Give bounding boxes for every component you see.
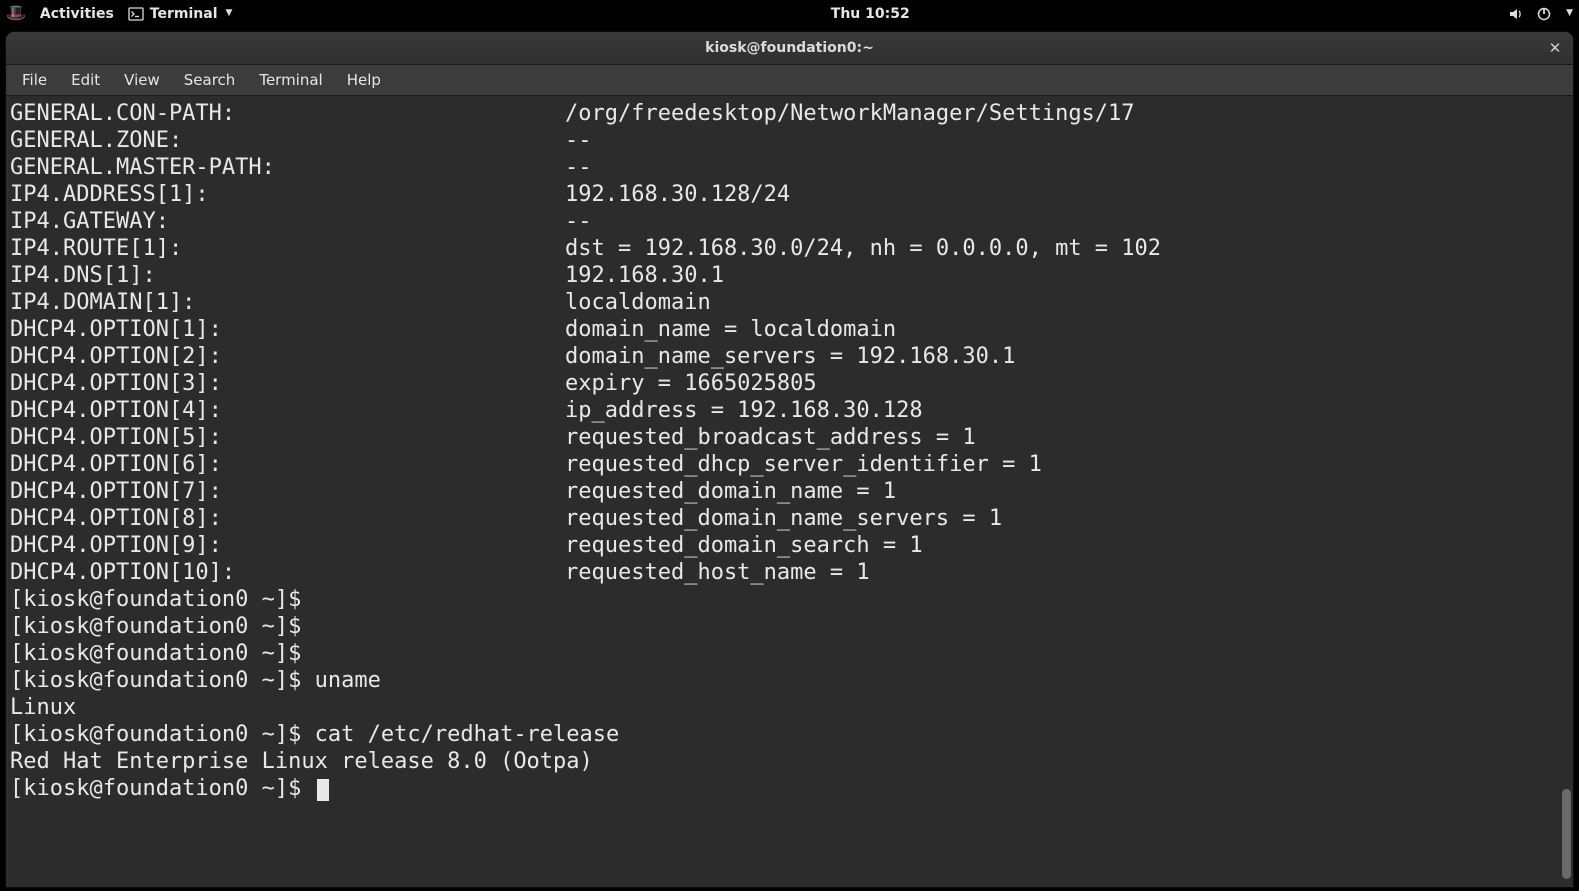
- terminal-line: DHCP4.OPTION[3]:expiry = 1665025805: [10, 370, 1567, 397]
- menu-terminal[interactable]: Terminal: [249, 68, 332, 92]
- system-menu-chevron-icon[interactable]: ▼: [1566, 9, 1573, 18]
- terminal-cursor: [317, 779, 329, 801]
- terminal-line: Red Hat Enterprise Linux release 8.0 (Oo…: [10, 748, 1567, 775]
- terminal-line: Linux: [10, 694, 1567, 721]
- terminal-line: [kiosk@foundation0 ~]$ uname: [10, 667, 1567, 694]
- terminal-window: kiosk@foundation0:~ ✕ File Edit View Sea…: [6, 32, 1573, 887]
- terminal-output-tail: [kiosk@foundation0 ~]$ [kiosk@foundation…: [10, 586, 1567, 775]
- terminal-menubar: File Edit View Search Terminal Help: [6, 65, 1573, 96]
- terminal-line: DHCP4.OPTION[1]:domain_name = localdomai…: [10, 316, 1567, 343]
- menu-search[interactable]: Search: [174, 68, 246, 92]
- terminal-line: IP4.GATEWAY:--: [10, 208, 1567, 235]
- terminal-line: DHCP4.OPTION[6]:requested_dhcp_server_id…: [10, 451, 1567, 478]
- terminal-line: IP4.ADDRESS[1]:192.168.30.128/24: [10, 181, 1567, 208]
- terminal-line: DHCP4.OPTION[9]:requested_domain_search …: [10, 532, 1567, 559]
- chevron-down-icon: ▼: [226, 9, 233, 18]
- terminal-line: GENERAL.MASTER-PATH:--: [10, 154, 1567, 181]
- menu-file[interactable]: File: [12, 68, 57, 92]
- menu-help[interactable]: Help: [337, 68, 391, 92]
- terminal-prompt: [kiosk@foundation0 ~]$: [10, 776, 315, 801]
- volume-icon[interactable]: [1508, 6, 1524, 22]
- gnome-top-panel: 🎩 Activities Terminal ▼ Thu 10:52 ▼: [0, 0, 1579, 27]
- terminal-line: IP4.DNS[1]:192.168.30.1: [10, 262, 1567, 289]
- terminal-line: GENERAL.CON-PATH:/org/freedesktop/Networ…: [10, 100, 1567, 127]
- terminal-line: DHCP4.OPTION[8]:requested_domain_name_se…: [10, 505, 1567, 532]
- close-icon: ✕: [1549, 39, 1562, 57]
- terminal-line: DHCP4.OPTION[4]:ip_address = 192.168.30.…: [10, 397, 1567, 424]
- terminal-line: [kiosk@foundation0 ~]$: [10, 613, 1567, 640]
- terminal-viewport[interactable]: GENERAL.CON-PATH:/org/freedesktop/Networ…: [6, 96, 1573, 887]
- panel-clock[interactable]: Thu 10:52: [232, 6, 1508, 22]
- app-menu-button[interactable]: Terminal ▼: [128, 6, 233, 22]
- terminal-scrollbar[interactable]: [1562, 156, 1571, 879]
- terminal-line: DHCP4.OPTION[5]:requested_broadcast_addr…: [10, 424, 1567, 451]
- terminal-line: DHCP4.OPTION[2]:domain_name_servers = 19…: [10, 343, 1567, 370]
- menu-edit[interactable]: Edit: [61, 68, 110, 92]
- app-menu-label: Terminal: [150, 6, 218, 22]
- terminal-line: IP4.DOMAIN[1]:localdomain: [10, 289, 1567, 316]
- power-icon[interactable]: [1536, 6, 1552, 22]
- terminal-line: DHCP4.OPTION[10]:requested_host_name = 1: [10, 559, 1567, 586]
- terminal-app-icon: [128, 6, 144, 22]
- terminal-line: [kiosk@foundation0 ~]$: [10, 640, 1567, 667]
- terminal-line: [kiosk@foundation0 ~]$ cat /etc/redhat-r…: [10, 721, 1567, 748]
- terminal-output: GENERAL.CON-PATH:/org/freedesktop/Networ…: [10, 100, 1567, 586]
- window-title: kiosk@foundation0:~: [705, 40, 874, 56]
- terminal-line: GENERAL.ZONE:--: [10, 127, 1567, 154]
- window-close-button[interactable]: ✕: [1543, 36, 1567, 60]
- activities-button[interactable]: Activities: [40, 6, 114, 22]
- distro-logo-icon: 🎩: [6, 5, 26, 21]
- window-titlebar[interactable]: kiosk@foundation0:~ ✕: [6, 32, 1573, 65]
- terminal-line: DHCP4.OPTION[7]:requested_domain_name = …: [10, 478, 1567, 505]
- scrollbar-thumb[interactable]: [1562, 789, 1571, 879]
- menu-view[interactable]: View: [114, 68, 170, 92]
- terminal-line: IP4.ROUTE[1]:dst = 192.168.30.0/24, nh =…: [10, 235, 1567, 262]
- terminal-line: [kiosk@foundation0 ~]$: [10, 586, 1567, 613]
